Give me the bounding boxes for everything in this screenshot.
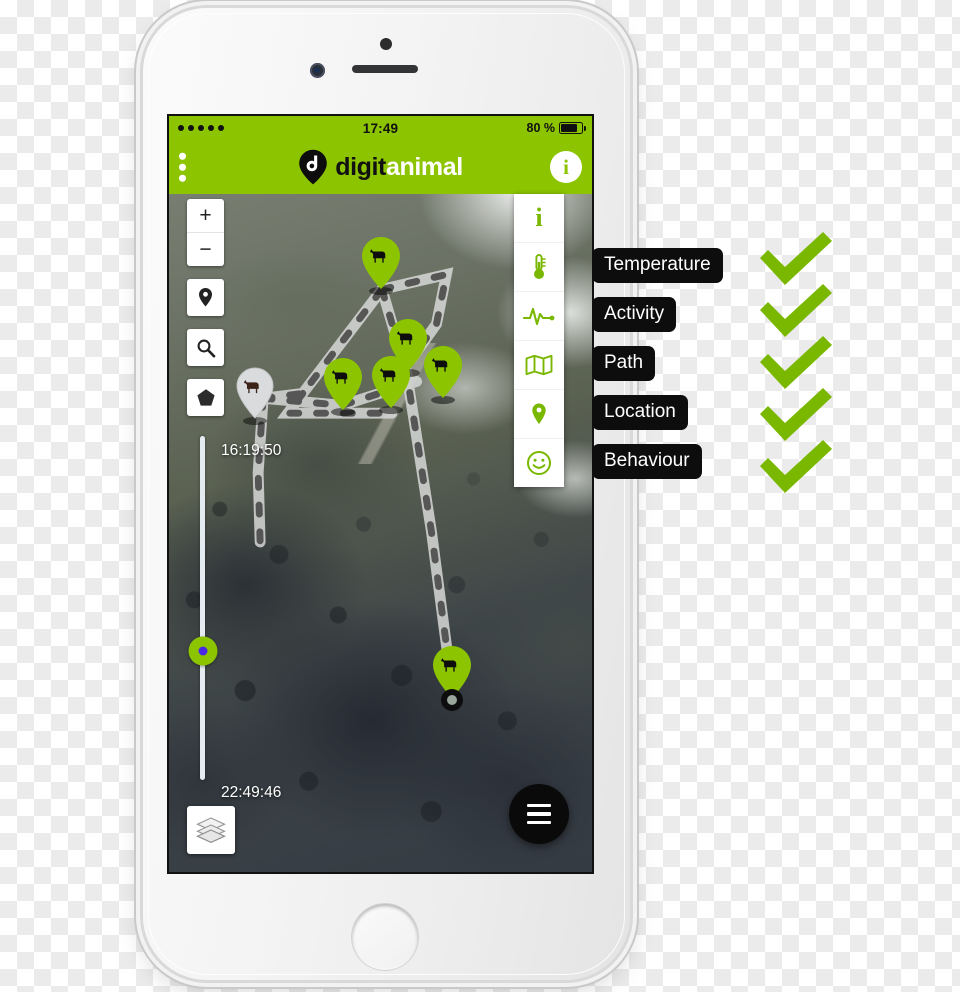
- search-icon: [197, 339, 215, 358]
- hamburger-menu-icon-bar2: [527, 812, 551, 816]
- smiley-face-icon: [527, 451, 551, 475]
- callout-location[interactable]: Location: [592, 395, 688, 430]
- zoom-out-button[interactable]: −: [187, 233, 224, 266]
- checkmark-stack: [752, 228, 840, 502]
- hamburger-menu-icon: [527, 803, 551, 808]
- info-button[interactable]: i: [550, 151, 582, 183]
- timeline-current-time: 22:49:46: [221, 784, 282, 801]
- sidemenu-item-temperature[interactable]: [514, 242, 564, 291]
- map-marker-inactive[interactable]: [231, 364, 279, 426]
- logo-text-digit: digit: [335, 152, 386, 181]
- sidemenu-item-behaviour[interactable]: [514, 438, 564, 487]
- info-icon: i: [535, 203, 543, 232]
- map-marker-active[interactable]: [367, 353, 415, 415]
- check-mark-icon: [760, 440, 832, 493]
- activity-pulse-icon: [523, 307, 555, 326]
- app-header-bar: digitanimal i: [169, 140, 592, 194]
- callout-activity[interactable]: Activity: [592, 297, 677, 332]
- zoom-in-button[interactable]: +: [187, 199, 224, 233]
- map-layers-button[interactable]: [187, 806, 235, 854]
- location-pin-icon: [532, 403, 546, 424]
- map-marker-active[interactable]: [419, 343, 467, 405]
- map-marker-active[interactable]: [319, 355, 367, 417]
- timeline-slider-knob[interactable]: [188, 636, 217, 666]
- sidemenu-item-activity[interactable]: [514, 291, 564, 340]
- map-marker-active[interactable]: [357, 234, 405, 296]
- callout-behaviour[interactable]: Behaviour: [592, 444, 702, 479]
- callout-temperature[interactable]: Temperature: [592, 248, 723, 283]
- location-pin-icon: [199, 288, 212, 307]
- sidemenu-item-location[interactable]: [514, 389, 564, 438]
- layers-icon: [196, 817, 226, 843]
- locate-me-button[interactable]: [187, 279, 224, 316]
- app-logo-text: digitanimal: [335, 153, 463, 182]
- feature-callout-labels: Temperature Activity Path Location Behav…: [592, 248, 723, 493]
- home-button[interactable]: [352, 904, 418, 970]
- digitanimal-pin-logo: [299, 149, 328, 185]
- page-root: 16:19:50 22:49:46 15:51:10 + −: [0, 0, 960, 992]
- battery-percent-label: 80 %: [526, 121, 556, 135]
- front-camera-icon: [310, 63, 325, 78]
- main-menu-fab[interactable]: [509, 784, 569, 844]
- proximity-sensor-dot: [380, 38, 392, 50]
- kebab-menu-icon[interactable]: [179, 152, 186, 182]
- zoom-control-group: + −: [187, 199, 224, 266]
- polygon-area-icon: [196, 389, 215, 406]
- logo-text-animal: animal: [385, 152, 463, 181]
- search-button[interactable]: [187, 329, 224, 366]
- sidemenu-item-path[interactable]: [514, 340, 564, 389]
- draw-area-button[interactable]: [187, 379, 224, 416]
- ios-status-bar: 17:49 80 %: [169, 116, 592, 140]
- callout-path[interactable]: Path: [592, 346, 656, 381]
- feature-side-menu: i: [514, 194, 564, 487]
- sidemenu-item-info[interactable]: i: [514, 194, 564, 242]
- timeline-slider-track[interactable]: [188, 436, 217, 780]
- app-logo: digitanimal: [169, 149, 592, 185]
- hamburger-menu-icon-bar3: [527, 820, 551, 825]
- battery-icon: [559, 122, 587, 134]
- map-marker-active-selected[interactable]: [428, 643, 476, 713]
- status-bar-battery-group: 80 %: [526, 121, 587, 135]
- timeline-start-time: 16:19:50: [221, 442, 282, 459]
- thermometer-icon: [534, 254, 546, 279]
- phone-screen: 16:19:50 22:49:46 15:51:10 + −: [167, 114, 594, 874]
- map-folded-icon: [525, 354, 553, 376]
- earpiece-speaker: [352, 65, 418, 73]
